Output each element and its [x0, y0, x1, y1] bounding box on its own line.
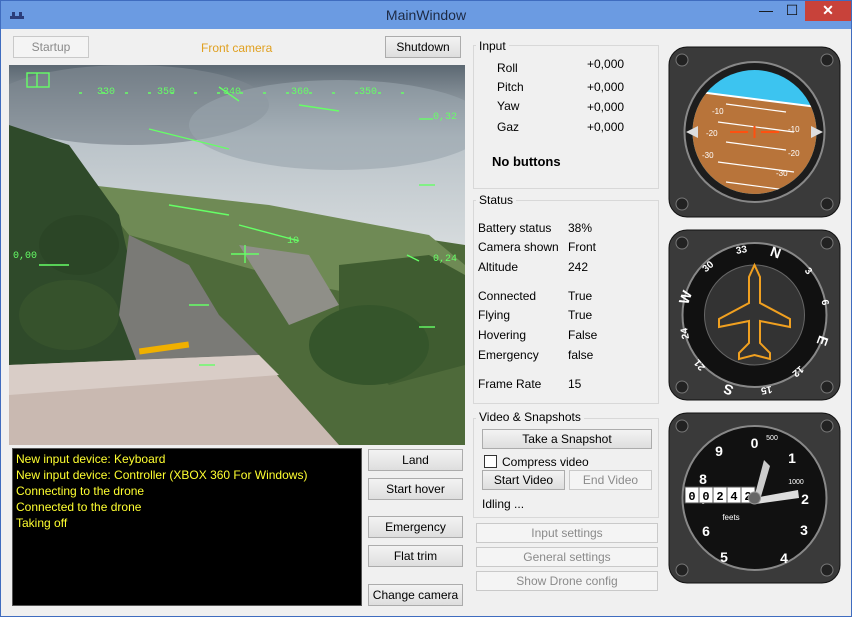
attitude-label: -20	[706, 129, 718, 138]
hud-pitch-value: 10	[287, 236, 299, 247]
attitude-indicator: -10 -20 -30 -10 -20 -30	[668, 46, 841, 218]
battery-value: 38%	[568, 221, 593, 235]
flying-label: Flying	[478, 308, 511, 322]
altimeter-small-label: 500	[766, 435, 778, 442]
heading-indicator: N 33 30 W 24 21 S 15 12 E 6 3	[668, 229, 841, 401]
main-window: MainWindow — ☐ ✕ Startup Front camera Sh…	[0, 0, 852, 617]
roll-label: Roll	[497, 61, 518, 75]
altimeter-label: 4	[780, 550, 788, 566]
input-group-title: Input	[476, 39, 509, 53]
log-line: Taking off	[16, 516, 68, 530]
hud-heading-tick: 350	[157, 87, 175, 98]
camera-shown-value: Front	[568, 240, 597, 254]
compress-video-checkbox[interactable]	[484, 455, 497, 468]
altitude-digit: 0	[688, 490, 695, 504]
pitch-value: +0,000	[587, 80, 625, 94]
altimeter-label: 5	[720, 549, 728, 565]
video-group-title: Video & Snapshots	[476, 410, 584, 424]
window-title: MainWindow	[385, 7, 467, 23]
snapshot-button[interactable]: Take a Snapshot	[482, 429, 652, 449]
altimeter-label: 8	[699, 471, 707, 487]
pitch-label: Pitch	[497, 80, 524, 94]
log-line: Connecting to the drone	[16, 484, 145, 498]
land-button[interactable]: Land	[368, 449, 463, 471]
minimize-button[interactable]: —	[753, 1, 779, 21]
end-video-button[interactable]: End Video	[569, 470, 652, 490]
start-video-button[interactable]: Start Video	[482, 470, 565, 490]
hud-left-value: 0,00	[13, 251, 37, 262]
close-button[interactable]: ✕	[805, 1, 851, 21]
emergency-button[interactable]: Emergency	[368, 516, 463, 538]
altitude-value: 242	[568, 260, 589, 274]
gaz-label: Gaz	[497, 120, 520, 134]
altimeter-label: 9	[715, 443, 723, 459]
hud-right-value: 0,24	[433, 254, 457, 265]
change-camera-button[interactable]: Change camera	[368, 584, 463, 606]
status-group-title: Status	[476, 193, 517, 207]
camera-title: Front camera	[201, 41, 273, 55]
yaw-value: +0,000	[587, 100, 625, 114]
shutdown-button[interactable]: Shutdown	[385, 36, 461, 58]
flying-value: True	[568, 308, 593, 322]
altitude-label: Altitude	[478, 260, 519, 274]
hud-heading-tick: 350	[359, 87, 377, 98]
hud-top-right-value: 0,32	[433, 112, 457, 123]
drone-config-button[interactable]: Show Drone config	[476, 571, 658, 591]
camera-feed: 330 350 340 360 350 0,00 0,24 0,32 10	[9, 65, 465, 445]
emergency-label: Emergency	[478, 348, 539, 362]
log-line: New input device: Controller (XBOX 360 F…	[16, 468, 308, 482]
start-hover-button[interactable]: Start hover	[368, 478, 463, 500]
attitude-label: -20	[788, 149, 800, 158]
hud-heading-tick: 330	[97, 87, 115, 98]
altimeter-label: 2	[801, 491, 809, 507]
altimeter-label: 0	[751, 435, 759, 451]
altitude-digit: 0	[702, 490, 709, 504]
attitude-label: -30	[702, 151, 714, 160]
attitude-label: -10	[712, 107, 724, 116]
altitude-digit: 4	[730, 490, 737, 504]
altimeter: 0 1 2 3 4 5 6 7 8 9 500 1000	[668, 412, 841, 584]
altimeter-unit: feets	[722, 513, 739, 522]
attitude-label: -10	[788, 125, 800, 134]
connected-value: True	[568, 289, 593, 303]
attitude-label: -30	[776, 169, 788, 178]
title-bar: MainWindow — ☐ ✕	[1, 1, 851, 29]
altimeter-small-label: 1000	[788, 479, 804, 486]
hud-heading-tick: 360	[291, 87, 309, 98]
frame-rate-value: 15	[568, 377, 582, 391]
camera-view: 330 350 340 360 350 0,00 0,24 0,32 10	[9, 65, 465, 445]
input-settings-button[interactable]: Input settings	[476, 523, 658, 543]
hovering-value: False	[568, 328, 598, 342]
hovering-label: Hovering	[478, 328, 527, 342]
startup-button[interactable]: Startup	[13, 36, 89, 58]
emergency-value: false	[568, 348, 594, 362]
altimeter-label: 6	[702, 523, 710, 539]
buttons-status: No buttons	[492, 154, 561, 169]
yaw-label: Yaw	[497, 99, 520, 113]
log-console[interactable]: New input device: Keyboard New input dev…	[12, 448, 362, 606]
log-line: New input device: Keyboard	[16, 452, 166, 466]
roll-value: +0,000	[587, 57, 625, 71]
connected-label: Connected	[478, 289, 537, 303]
client-area: Startup Front camera Shutdown 330 350 34…	[2, 29, 850, 616]
flat-trim-button[interactable]: Flat trim	[368, 545, 463, 567]
battery-label: Battery status	[478, 221, 552, 235]
maximize-button[interactable]: ☐	[779, 1, 805, 21]
compress-video-label: Compress video	[502, 455, 589, 469]
altitude-digit: 2	[716, 490, 723, 504]
camera-shown-label: Camera shown	[478, 240, 559, 254]
frame-rate-label: Frame Rate	[478, 377, 542, 391]
hud-heading-tick: 340	[223, 87, 241, 98]
altimeter-label: 3	[800, 522, 808, 538]
gaz-value: +0,000	[587, 120, 625, 134]
log-line: Connected to the drone	[16, 500, 142, 514]
altitude-counter: 0 0 2 4 2	[684, 486, 756, 504]
video-status: Idling ...	[482, 497, 525, 511]
general-settings-button[interactable]: General settings	[476, 547, 658, 567]
altimeter-label: 1	[788, 450, 796, 466]
